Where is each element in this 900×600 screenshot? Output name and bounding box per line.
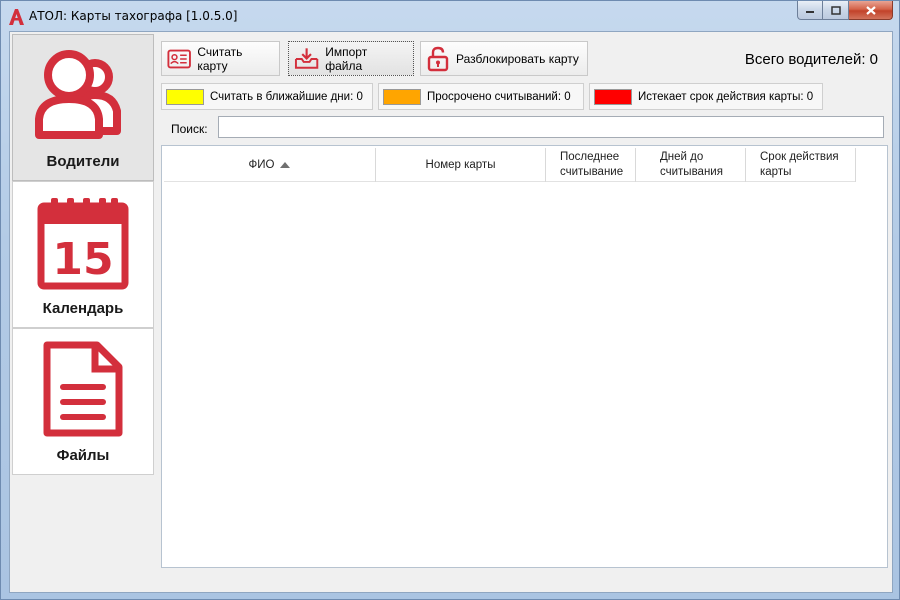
maximize-icon (830, 5, 841, 15)
column-header-last-read[interactable]: Последнее считывание (546, 148, 636, 182)
window-controls (797, 1, 893, 21)
column-header-label: Последнее считывание (560, 151, 624, 178)
users-icon (35, 50, 121, 139)
title-bar[interactable]: АТОЛ: Карты тахографа [1.0.5.0] (1, 1, 899, 31)
column-header-label: Срок действия карты (760, 151, 839, 178)
close-icon (865, 5, 876, 15)
legend-label: Истекает срок действия карты: 0 (638, 90, 814, 103)
import-file-button[interactable]: Импорт файла (288, 41, 414, 76)
read-card-button[interactable]: Считать карту (161, 41, 280, 76)
column-header-days-until-read[interactable]: Дней до считывания (636, 148, 746, 182)
legend-swatch-red (594, 88, 632, 105)
unlock-card-button[interactable]: Разблокировать карту (420, 41, 588, 76)
column-header-label: Дней до считывания (660, 151, 723, 178)
legend-read-soon: Считать в ближайшие дни: 0 (161, 83, 373, 110)
calendar-day-number: 15 (52, 234, 113, 285)
legend-swatch-orange (383, 88, 421, 105)
window-title: АТОЛ: Карты тахографа [1.0.5.0] (29, 9, 238, 23)
table-header: ФИО Номер карты Последнее считывание Дне… (164, 148, 856, 182)
sidebar-item-files[interactable]: Файлы (12, 328, 154, 475)
column-header-card-number[interactable]: Номер карты (376, 148, 546, 182)
total-drivers-count: Всего водителей: 0 (744, 51, 878, 68)
sidebar-item-label: Водители (46, 153, 120, 170)
calendar-icon: 15 (37, 198, 129, 290)
sort-ascending-icon (280, 162, 291, 168)
search-label: Поиск: (171, 122, 208, 136)
main-panel: Водители 15 Календарь Файлы Считать карт… (9, 31, 893, 593)
legend-label: Считать в ближайшие дни: 0 (210, 90, 363, 103)
legend-card-expiring: Истекает срок действия карты: 0 (589, 83, 823, 110)
import-file-label: Импорт файла (325, 44, 368, 73)
minimize-icon (806, 11, 814, 13)
unlock-icon (427, 46, 449, 71)
sidebar-item-label: Файлы (56, 447, 110, 464)
column-header-label: ФИО (248, 158, 275, 171)
legend-swatch-yellow (166, 88, 204, 105)
atol-logo-icon (9, 9, 24, 25)
sidebar: Водители 15 Календарь Файлы (12, 34, 154, 475)
sidebar-item-drivers[interactable]: Водители (12, 34, 154, 181)
document-icon (43, 341, 123, 437)
search-input[interactable] (218, 116, 884, 138)
close-button[interactable] (849, 1, 893, 20)
unlock-card-label: Разблокировать карту (456, 51, 579, 66)
column-header-label: Номер карты (425, 158, 496, 171)
read-card-label: Считать карту (197, 44, 243, 73)
import-tray-icon (294, 47, 319, 69)
drivers-table: ФИО Номер карты Последнее считывание Дне… (161, 145, 888, 568)
column-header-name[interactable]: ФИО (164, 148, 376, 182)
minimize-button[interactable] (797, 1, 823, 20)
legend-label: Просрочено считываний: 0 (427, 90, 571, 103)
sidebar-item-calendar[interactable]: 15 Календарь (12, 181, 154, 328)
column-header-card-expiry[interactable]: Срок действия карты (746, 148, 856, 182)
legend-overdue: Просрочено считываний: 0 (378, 83, 584, 110)
id-card-icon (167, 49, 191, 68)
maximize-button[interactable] (823, 1, 849, 20)
app-window: АТОЛ: Карты тахографа [1.0.5.0] Водители… (0, 0, 900, 600)
sidebar-item-label: Календарь (42, 300, 124, 317)
